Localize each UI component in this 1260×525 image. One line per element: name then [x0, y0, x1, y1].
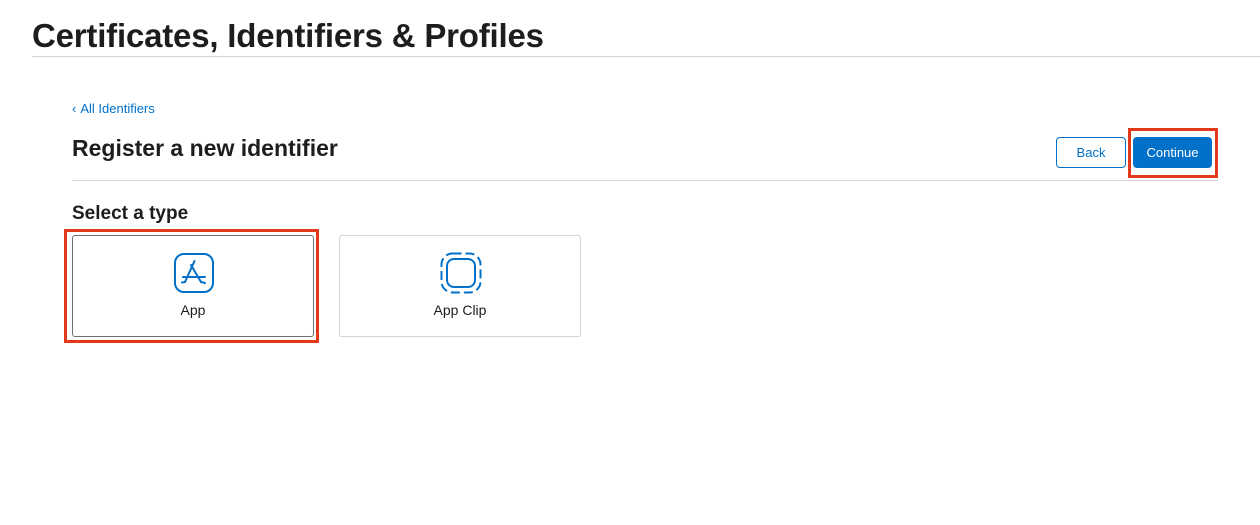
page: Certificates, Identifiers & Profiles ‹ A…: [0, 0, 1260, 525]
continue-button[interactable]: Continue: [1133, 137, 1212, 168]
breadcrumb-all-identifiers[interactable]: ‹ All Identifiers: [72, 101, 155, 117]
app-store-icon: [174, 253, 214, 293]
section-heading: Register a new identifier: [72, 135, 338, 161]
header-divider: [72, 180, 1218, 181]
title-divider: [32, 56, 1260, 57]
chevron-left-icon: ‹: [72, 101, 77, 116]
breadcrumb-label: All Identifiers: [80, 101, 155, 116]
back-button[interactable]: Back: [1056, 137, 1126, 168]
page-title: Certificates, Identifiers & Profiles: [32, 17, 544, 54]
type-option-label: App: [180, 302, 206, 318]
select-type-heading: Select a type: [72, 203, 189, 224]
type-option-label: App Clip: [433, 302, 487, 318]
type-option-app-clip[interactable]: App Clip: [339, 235, 581, 337]
type-option-app[interactable]: App: [72, 235, 314, 337]
app-clip-icon: [440, 252, 482, 294]
